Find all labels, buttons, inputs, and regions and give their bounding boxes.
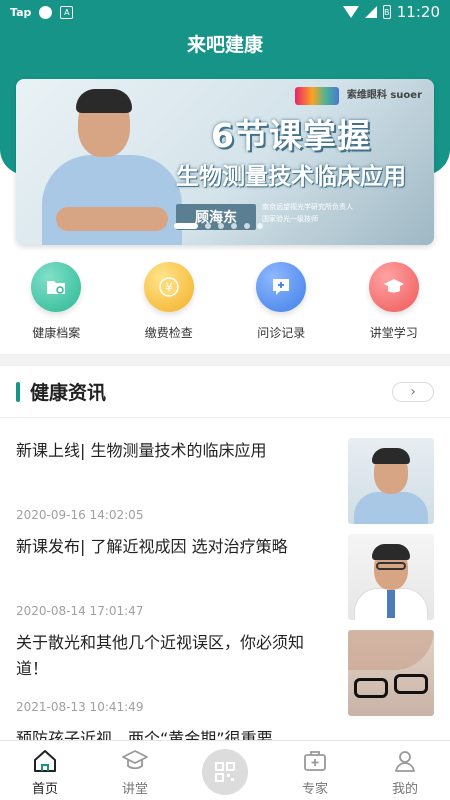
qr-scan-icon bbox=[215, 762, 235, 782]
anniversary-logo bbox=[294, 87, 339, 105]
chat-plus-icon bbox=[256, 262, 307, 312]
chevron-right-icon: › bbox=[410, 383, 416, 400]
section-divider bbox=[0, 354, 450, 366]
quick-menu: 健康档案 ¥ 缴费检查 问诊记录 讲堂学习 bbox=[0, 262, 450, 341]
more-button[interactable]: › bbox=[392, 381, 434, 402]
tap-icon: Tap bbox=[10, 5, 32, 19]
news-title: 关于散光和其他几个近视误区，你必须知道！ bbox=[16, 633, 305, 678]
quick-item-lecture-study[interactable]: 讲堂学习 bbox=[338, 262, 450, 341]
user-icon bbox=[395, 751, 415, 772]
quick-item-consult-records[interactable]: 问诊记录 bbox=[225, 262, 338, 341]
carousel-dot[interactable] bbox=[231, 223, 237, 229]
home-icon bbox=[34, 750, 56, 772]
news-thumbnail bbox=[348, 630, 434, 716]
banner-headline: 6节课掌握 bbox=[211, 116, 371, 155]
a-app-icon: A bbox=[60, 5, 74, 19]
graduation-cap-icon bbox=[368, 262, 419, 312]
nav-home[interactable]: 首页 bbox=[0, 741, 90, 800]
carousel-dot[interactable] bbox=[257, 223, 263, 229]
carousel-indicator[interactable] bbox=[174, 223, 263, 229]
qr-scan-button[interactable] bbox=[202, 749, 248, 795]
folder-icon bbox=[31, 262, 82, 312]
nav-lecture[interactable]: 讲堂 bbox=[90, 741, 180, 800]
signal-icon bbox=[364, 6, 377, 18]
news-title: 新课发布| 了解近视成因 选对治疗策略 bbox=[16, 537, 288, 556]
carousel-dot[interactable] bbox=[244, 223, 250, 229]
yuan-coin-icon: ¥ bbox=[143, 262, 194, 312]
list-item[interactable]: 关于散光和其他几个近视误区，你必须知道！ 2021-08-13 10:41:49 bbox=[0, 610, 450, 716]
page-title: 来吧建康 bbox=[186, 34, 263, 56]
status-bar: Tap A B 11:20 bbox=[0, 0, 450, 24]
bottom-nav: 首页 讲堂 专家 我的 bbox=[0, 740, 450, 800]
status-time: 11:20 bbox=[396, 3, 440, 21]
list-item[interactable]: 新课上线| 生物测量技术的临床应用 2020-09-16 14:02:05 bbox=[0, 418, 450, 524]
section-accent-bar bbox=[16, 381, 20, 402]
nav-experts[interactable]: 专家 bbox=[270, 741, 360, 800]
banner-subheadline: 生物测量技术临床应用 bbox=[176, 164, 406, 190]
carousel-dot[interactable] bbox=[174, 223, 198, 229]
quick-item-payment-exam[interactable]: ¥ 缴费检查 bbox=[113, 262, 226, 341]
nav-profile[interactable]: 我的 bbox=[360, 741, 450, 800]
news-thumbnail bbox=[348, 534, 434, 620]
svg-text:¥: ¥ bbox=[165, 281, 173, 295]
carousel-dot[interactable] bbox=[218, 223, 224, 229]
sponsor-logos: 索维眼科 suoer bbox=[294, 87, 422, 105]
suoer-logo: 索维眼科 suoer bbox=[346, 90, 422, 101]
promo-banner[interactable]: 索维眼科 suoer 6节课掌握 生物测量技术临床应用 顾海东 南京远望视光学研… bbox=[16, 79, 434, 245]
wifi-icon bbox=[342, 6, 359, 18]
nav-scan[interactable] bbox=[180, 741, 270, 800]
news-section-header: 健康资讯 › bbox=[0, 366, 450, 418]
battery-icon: B bbox=[382, 5, 391, 19]
quick-item-health-records[interactable]: 健康档案 bbox=[0, 262, 113, 341]
medical-kit-icon bbox=[304, 751, 326, 771]
section-title: 健康资讯 bbox=[30, 382, 107, 404]
speaker-description: 南京远望视光学研究所负责人 国家验光一级技师 bbox=[262, 203, 353, 223]
news-title: 新课上线| 生物测量技术的临床应用 bbox=[16, 441, 267, 460]
list-item[interactable]: 新课发布| 了解近视成因 选对治疗策略 2020-08-14 17:01:47 bbox=[0, 514, 450, 620]
news-thumbnail bbox=[348, 438, 434, 524]
graduation-cap-icon bbox=[122, 750, 148, 770]
circle-app-icon bbox=[39, 5, 53, 19]
carousel-dot[interactable] bbox=[205, 223, 211, 229]
